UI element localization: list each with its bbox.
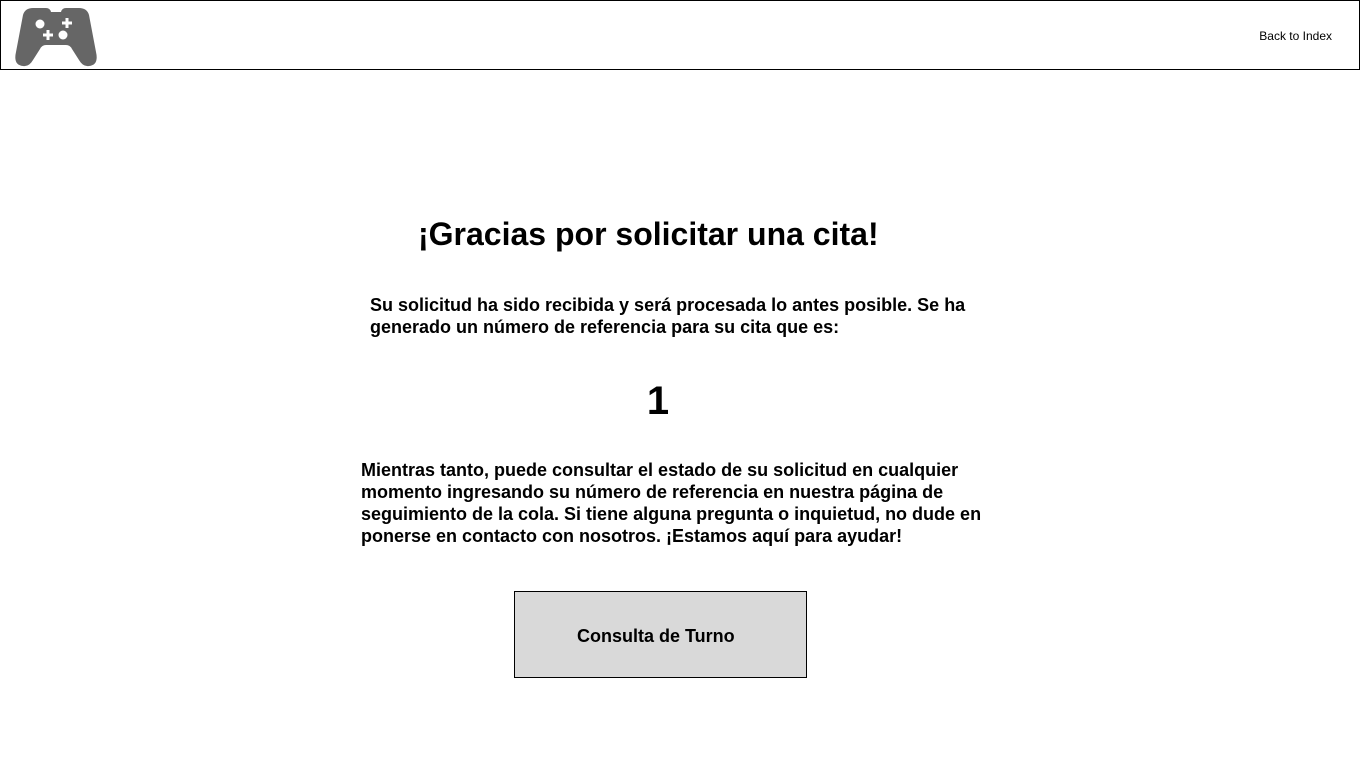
check-turn-button-label: Consulta de Turno [577,626,735,646]
back-to-index-link[interactable]: Back to Index [1259,28,1332,44]
check-turn-button[interactable]: Consulta de Turno [514,591,807,678]
gamepad-icon [15,8,97,67]
header-bar: Back to Index [0,0,1360,70]
confirmation-message: Su solicitud ha sido recibida y será pro… [370,295,966,337]
page-title: ¡Gracias por solicitar una cita! [418,216,879,252]
queue-tracking-message: Mientras tanto, puede consultar el estad… [361,460,982,546]
page: Back to Index ¡Gracias por solicitar una… [0,0,1360,768]
reference-number: 1 [646,379,670,423]
